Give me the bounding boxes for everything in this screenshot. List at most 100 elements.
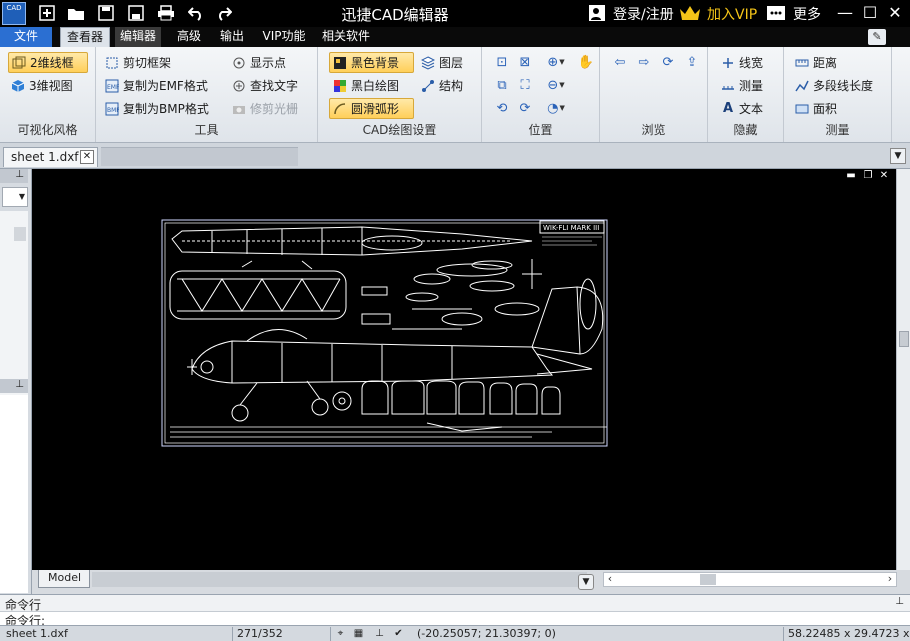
close-tab-icon[interactable]: ✕ xyxy=(80,150,94,164)
ortho-icon[interactable]: ⊥ xyxy=(373,627,386,640)
tab-output[interactable]: 输出 xyxy=(213,27,251,47)
text-toggle-button[interactable]: A 文本 xyxy=(720,98,763,119)
group-label-browse: 浏览 xyxy=(641,123,666,137)
arc-icon xyxy=(332,101,348,117)
measure-toggle-button[interactable]: 测量 xyxy=(720,75,763,96)
drawing-canvas[interactable]: ▬ ❐ ✕ WIK-FLI MARK III xyxy=(32,169,896,570)
tail-fin xyxy=(531,286,581,355)
group-tools: 剪切框架 EMF 复制为EMF格式 BMP 复制为BMP格式 显示点 查找文字 … xyxy=(96,47,318,142)
snap-icon[interactable]: ⌖ xyxy=(334,627,347,640)
export-view-icon[interactable]: ⇪ xyxy=(682,53,702,71)
more-menu-icon[interactable] xyxy=(765,3,787,23)
black-bg-icon xyxy=(332,55,348,71)
previous-arrow-icon[interactable]: ⇦ xyxy=(610,53,630,71)
close-button[interactable]: ✕ xyxy=(882,2,908,24)
structure-icon xyxy=(420,78,436,94)
ruler-icon xyxy=(720,78,736,94)
polar-icon[interactable]: ✔ xyxy=(392,627,405,640)
scroll-right-arrow-icon[interactable]: › xyxy=(884,573,896,586)
tab-file[interactable]: 文件 xyxy=(0,27,52,47)
join-vip-link[interactable]: 加入VIP xyxy=(707,4,757,24)
user-icon[interactable] xyxy=(586,3,608,23)
refresh-view-icon[interactable]: ⟳ xyxy=(658,53,678,71)
command-input[interactable]: 命令行: xyxy=(0,611,910,628)
vertical-scrollbar[interactable] xyxy=(896,169,910,570)
group-browse: ⇦ ⇨ ⟳ ⇪ 浏览 xyxy=(600,47,708,142)
area-icon xyxy=(794,101,810,117)
clip-frame-icon xyxy=(104,55,120,71)
structure-button[interactable]: 结构 xyxy=(420,75,463,96)
svg-text:EMF: EMF xyxy=(107,84,119,91)
command-pin-icon[interactable]: ⊥ xyxy=(895,596,904,607)
find-text-button[interactable]: 查找文字 xyxy=(231,75,298,96)
tab-vip[interactable]: VIP功能 xyxy=(258,27,310,47)
rotate-view-icon[interactable]: ⟲ xyxy=(492,99,512,117)
next-arrow-icon[interactable]: ⇨ xyxy=(634,53,654,71)
layout-dropdown-icon[interactable]: ▼ xyxy=(578,574,594,590)
svg-text:BMP: BMP xyxy=(107,107,119,114)
zoom-previous-icon[interactable]: ⟳ xyxy=(515,99,535,117)
panel2-pin-icon[interactable]: ⊥ xyxy=(0,379,28,393)
vip-crown-icon[interactable] xyxy=(679,3,701,23)
zoom-region-icon[interactable]: ⊠ xyxy=(515,53,535,71)
bw-drawing-button[interactable]: 黑白绘图 xyxy=(332,75,399,96)
tab-advanced[interactable]: 高级 xyxy=(170,27,208,47)
scroll-left-arrow-icon[interactable]: ‹ xyxy=(604,573,616,586)
zoom-window-icon[interactable]: ⊡ xyxy=(492,53,512,71)
zoom-in-icon[interactable]: ⊕ ▼ xyxy=(542,53,570,71)
layers-icon xyxy=(420,55,436,71)
tab-viewer[interactable]: 查看器 xyxy=(60,27,110,47)
tab-editor[interactable]: 编辑器 xyxy=(115,27,161,47)
copy-bmp-button[interactable]: BMP 复制为BMP格式 xyxy=(104,98,209,119)
line-width-icon xyxy=(720,55,736,71)
minimize-button[interactable]: — xyxy=(832,2,858,24)
polyline-icon xyxy=(794,78,810,94)
login-register-link[interactable]: 登录/注册 xyxy=(613,4,674,24)
document-tab[interactable]: sheet 1.dxf ✕ xyxy=(3,147,98,167)
fuselage-side-view xyxy=(191,340,554,384)
title-bar: CAD 迅捷CAD编辑器 登录/注册 加入VIP 更多 — ☐ ✕ xyxy=(0,0,910,27)
tab-scroll-area xyxy=(101,147,298,166)
status-bar: sheet 1.dxf 271/352 ⌖ ▦ ⊥ ✔ (-20.25057; … xyxy=(0,625,910,641)
panel-pin-icon[interactable]: ⊥ xyxy=(0,169,28,183)
horizontal-scroll-thumb[interactable] xyxy=(700,574,716,585)
zoom-out-icon[interactable]: ⊖ ▼ xyxy=(542,76,570,94)
help-pen-icon[interactable]: ✎ xyxy=(868,29,886,45)
left-side-panel: ⊥ ▼ ⊥ xyxy=(0,169,32,594)
view-3d-button[interactable]: 3维视图 xyxy=(10,75,73,96)
black-background-button[interactable]: 黑色背景 xyxy=(329,52,414,73)
more-link[interactable]: 更多 xyxy=(793,4,821,24)
horizontal-scrollbar[interactable]: ‹ › xyxy=(603,572,897,587)
orbit-icon[interactable]: ◔ ▼ xyxy=(542,99,570,117)
line-width-button[interactable]: 线宽 xyxy=(720,52,763,73)
sheet-inner-border xyxy=(164,222,605,444)
vertical-scroll-thumb[interactable] xyxy=(899,331,909,347)
polyline-length-button[interactable]: 多段线长度 xyxy=(794,75,873,96)
trim-raster-button[interactable]: 修剪光栅 xyxy=(231,98,298,119)
layers-button[interactable]: 图层 xyxy=(420,52,463,73)
area-button[interactable]: 面积 xyxy=(794,98,837,119)
clip-frame-button[interactable]: 剪切框架 xyxy=(104,52,171,73)
list-scrollbar-thumb[interactable] xyxy=(14,227,26,241)
zoom-extents-icon[interactable]: ⧉ xyxy=(492,76,512,94)
grid-icon[interactable]: ▦ xyxy=(352,627,365,640)
smooth-arc-button[interactable]: 圆滑弧形 xyxy=(329,98,414,119)
group-visual-style: 2维线框 3维视图 可视化风格 xyxy=(0,47,96,142)
emf-icon: EMF xyxy=(104,78,120,94)
panel-dropdown[interactable]: ▼ xyxy=(2,187,28,207)
camera-icon xyxy=(231,101,247,117)
tab-list-dropdown-icon[interactable]: ▼ xyxy=(890,148,906,164)
distance-button[interactable]: 距离 xyxy=(794,52,837,73)
find-text-icon xyxy=(231,78,247,94)
pan-hand-icon[interactable]: ✋ xyxy=(576,53,596,71)
wireframe-2d-button[interactable]: 2维线框 xyxy=(8,52,88,73)
show-points-button[interactable]: 显示点 xyxy=(231,52,286,73)
status-drawing-size: 58.22485 x 29.4723 x 0 xyxy=(788,627,910,640)
maximize-button[interactable]: ☐ xyxy=(857,2,883,24)
copy-emf-button[interactable]: EMF 复制为EMF格式 xyxy=(104,75,208,96)
text-a-icon: A xyxy=(722,101,734,116)
tab-related-software[interactable]: 相关软件 xyxy=(316,27,376,47)
points-icon xyxy=(231,55,247,71)
fit-view-icon[interactable]: ⛶ xyxy=(515,76,535,94)
model-layout-tab[interactable]: Model xyxy=(38,570,90,588)
